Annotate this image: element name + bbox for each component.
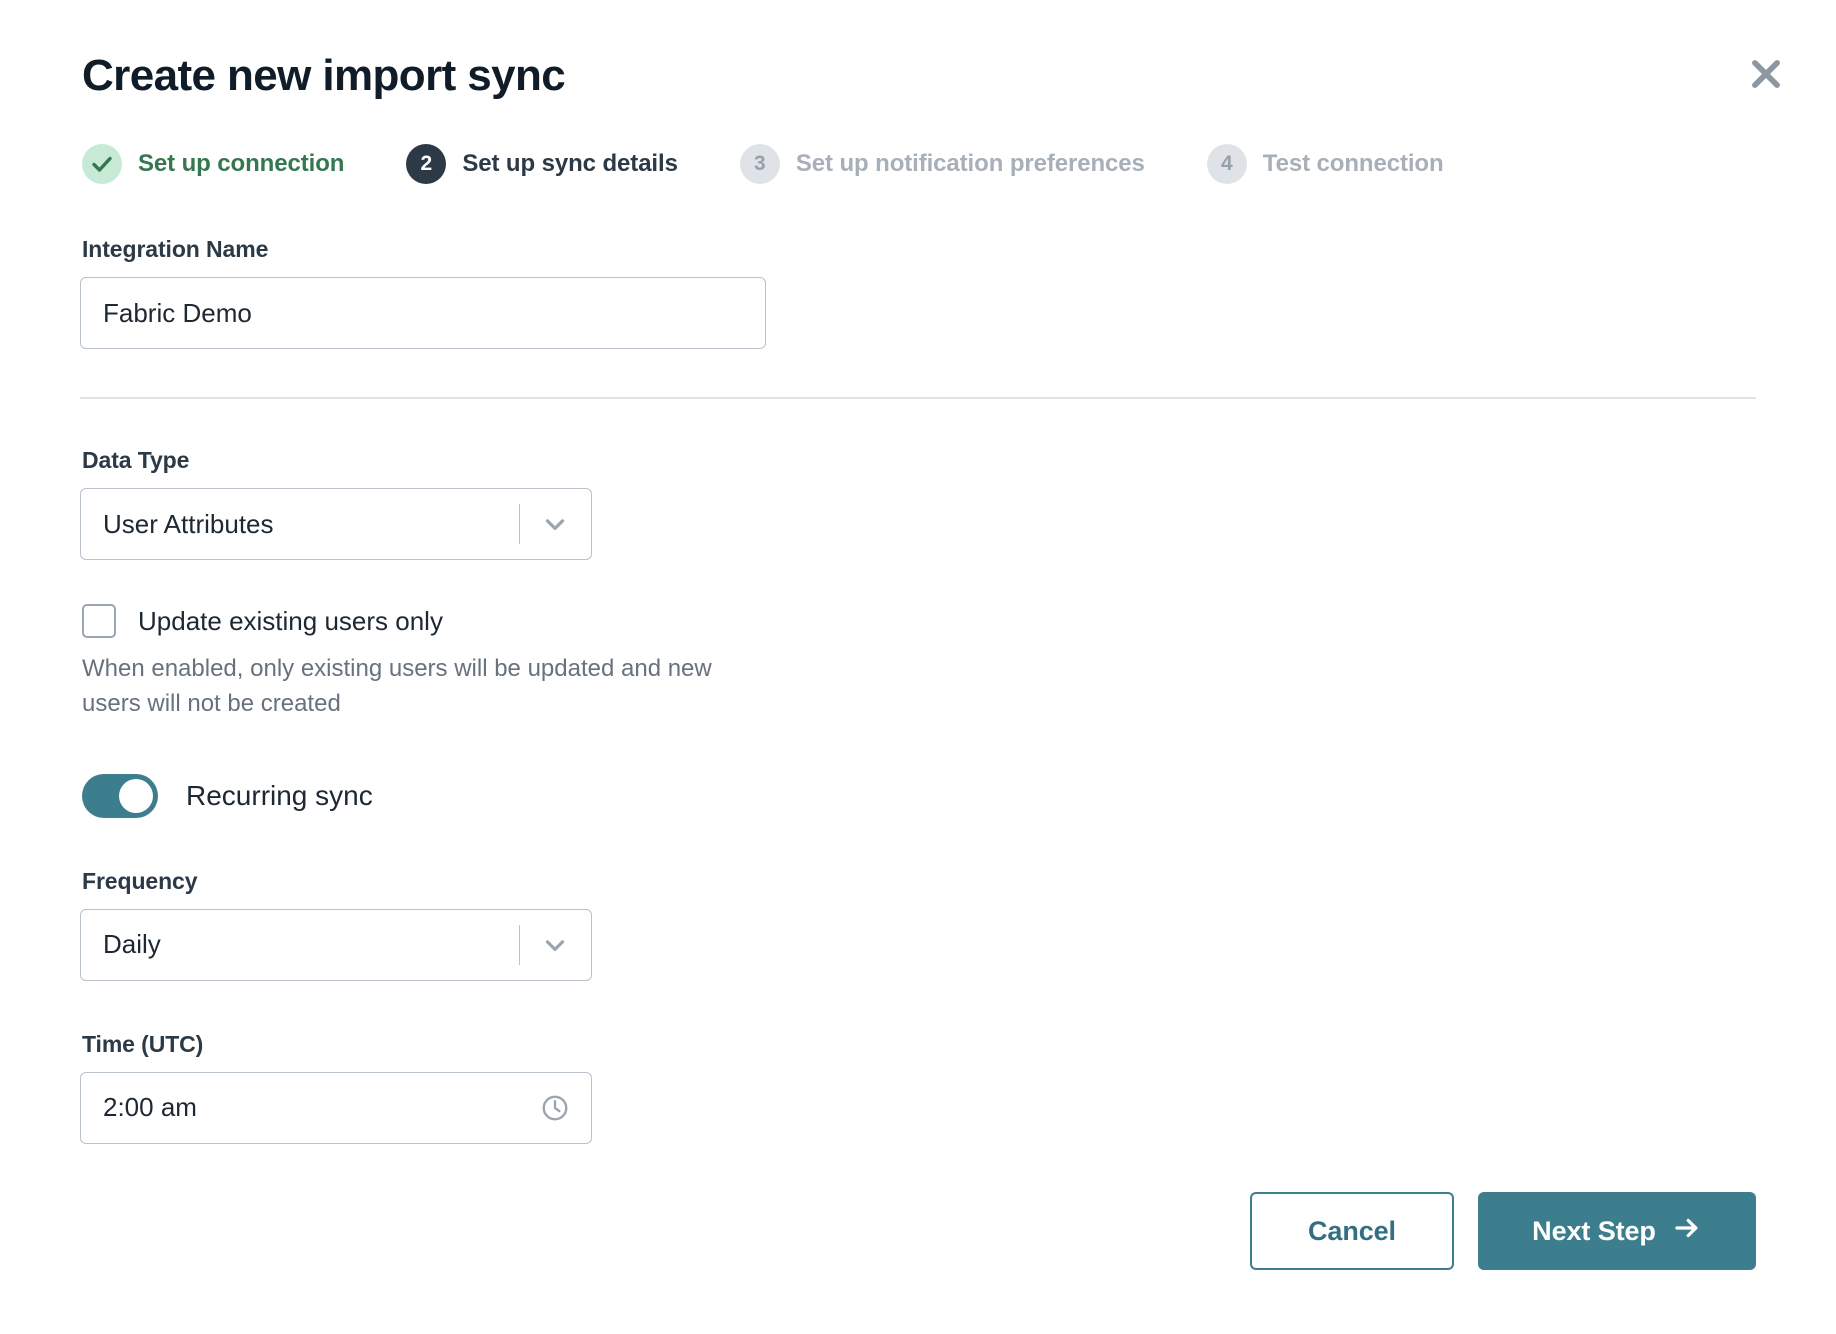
chevron-down-icon[interactable] bbox=[538, 928, 572, 962]
select-separator bbox=[519, 504, 520, 545]
stepper-item-set-up-sync-details[interactable]: 2 Set up sync details bbox=[406, 144, 678, 185]
stepper-item-set-up-connection[interactable]: Set up connection bbox=[82, 144, 345, 185]
step-label: Set up notification preferences bbox=[795, 150, 1145, 178]
next-step-button[interactable]: Next Step bbox=[1478, 1192, 1756, 1270]
cancel-button-label: Cancel bbox=[1308, 1215, 1396, 1246]
frequency-select-value[interactable]: Daily bbox=[80, 908, 592, 981]
cancel-button[interactable]: Cancel bbox=[1250, 1192, 1454, 1270]
recurring-sync-row[interactable]: Recurring sync bbox=[82, 773, 1756, 818]
arrow-right-icon bbox=[1672, 1213, 1702, 1250]
step-number-badge: 3 bbox=[739, 144, 780, 185]
recurring-sync-label: Recurring sync bbox=[186, 779, 373, 811]
time-utc-value[interactable]: 2:00 am bbox=[80, 1071, 592, 1144]
time-utc-label: Time (UTC) bbox=[82, 1030, 204, 1057]
integration-name-label: Integration Name bbox=[82, 236, 269, 263]
step-number-badge: 2 bbox=[406, 144, 447, 185]
data-type-select[interactable]: User Attributes bbox=[80, 488, 592, 561]
create-import-sync-modal: Create new import sync Set up connection… bbox=[0, 0, 1836, 1334]
step-label: Test connection bbox=[1262, 150, 1444, 178]
data-type-label: Data Type bbox=[82, 447, 190, 474]
close-icon bbox=[1747, 55, 1785, 93]
time-utc-section: Time (UTC) 2:00 am bbox=[80, 1031, 1756, 1144]
frequency-label: Frequency bbox=[82, 867, 198, 894]
update-existing-users-help: When enabled, only existing users will b… bbox=[82, 655, 712, 718]
stepper: Set up connection 2 Set up sync details … bbox=[82, 144, 1756, 185]
data-type-section: Data Type User Attributes bbox=[80, 447, 1756, 561]
next-step-button-label: Next Step bbox=[1532, 1215, 1656, 1246]
clock-icon[interactable] bbox=[540, 1093, 570, 1123]
chevron-down-icon[interactable] bbox=[538, 507, 572, 541]
stepper-item-test-connection[interactable]: 4 Test connection bbox=[1206, 144, 1444, 185]
select-separator bbox=[519, 924, 520, 965]
toggle-knob bbox=[119, 778, 153, 813]
frequency-select[interactable]: Daily bbox=[80, 908, 592, 981]
page-title: Create new import sync bbox=[82, 51, 566, 100]
time-utc-field[interactable]: 2:00 am bbox=[80, 1071, 592, 1144]
integration-name-input[interactable] bbox=[80, 277, 766, 350]
frequency-section: Frequency Daily bbox=[80, 868, 1756, 981]
step-number-badge: 4 bbox=[1206, 144, 1247, 185]
update-existing-users-checkbox[interactable] bbox=[82, 604, 116, 639]
section-divider bbox=[80, 397, 1756, 400]
step-label: Set up sync details bbox=[462, 150, 678, 178]
integration-name-section: Integration Name bbox=[80, 236, 1756, 350]
step-complete-check-icon bbox=[82, 144, 122, 185]
update-existing-users-row[interactable]: Update existing users only bbox=[82, 604, 1756, 639]
data-type-select-value[interactable]: User Attributes bbox=[80, 488, 592, 561]
modal-footer: Cancel Next Step bbox=[1250, 1192, 1756, 1270]
stepper-item-set-up-notification-preferences[interactable]: 3 Set up notification preferences bbox=[739, 144, 1145, 185]
update-existing-users-label: Update existing users only bbox=[138, 605, 443, 636]
step-label: Set up connection bbox=[138, 150, 345, 178]
close-button[interactable] bbox=[1738, 46, 1794, 102]
recurring-sync-toggle[interactable] bbox=[82, 773, 158, 818]
